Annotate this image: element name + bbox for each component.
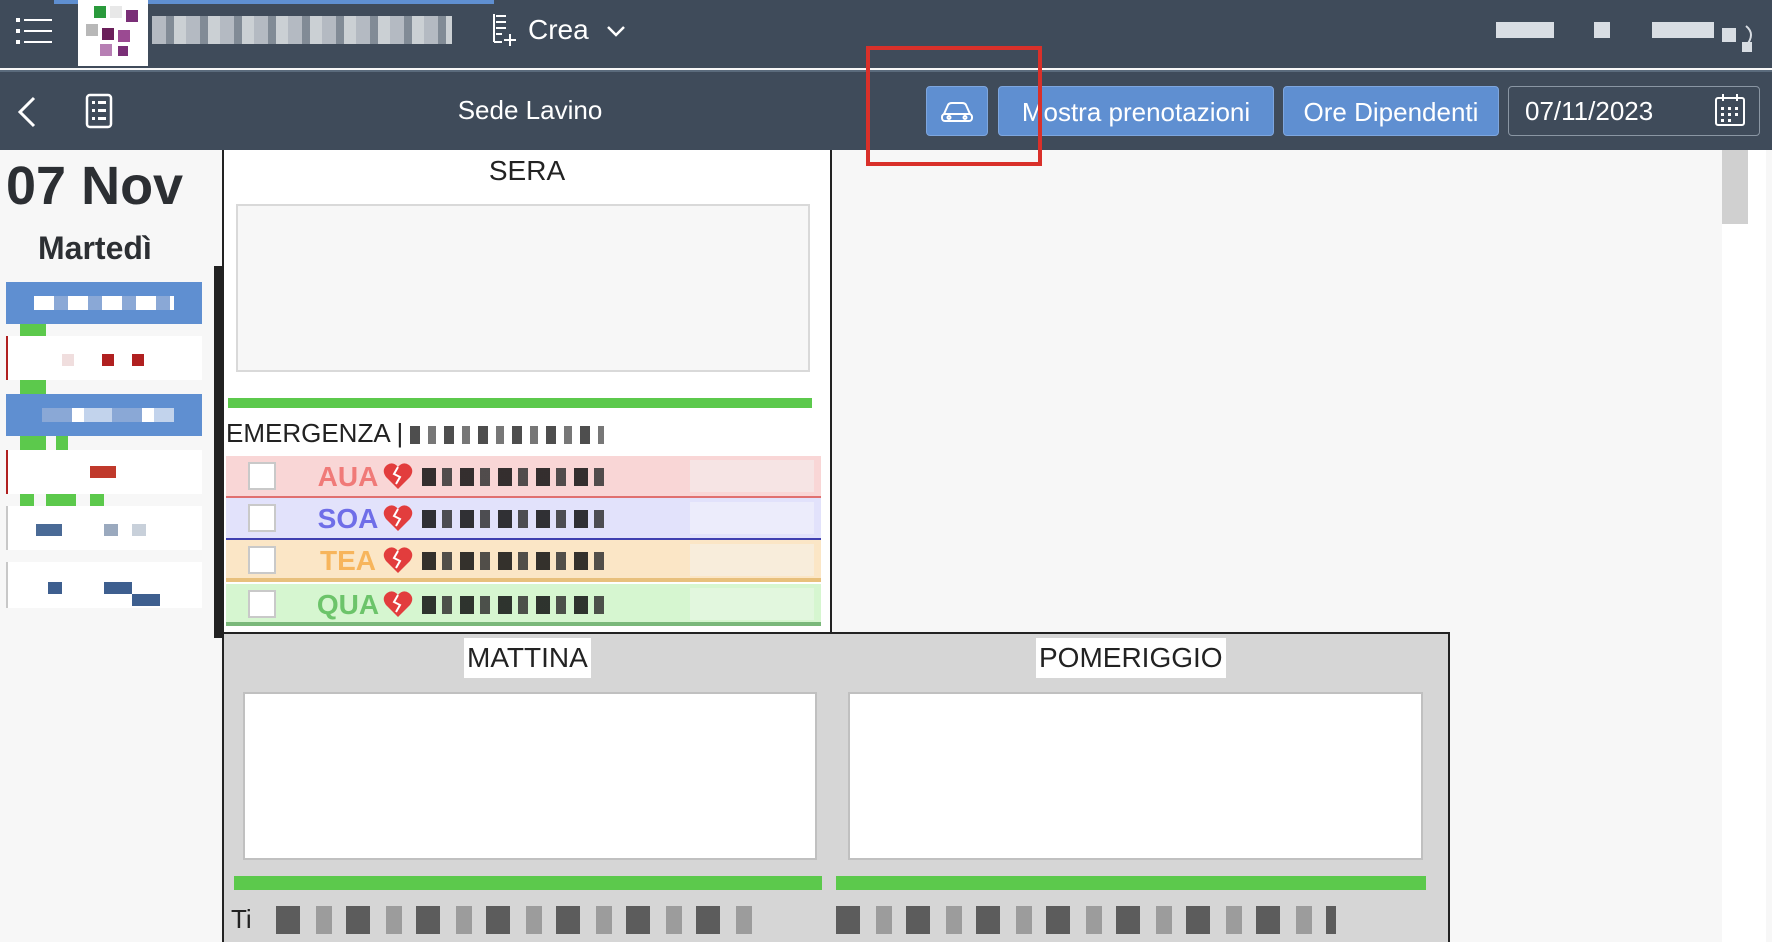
row-extra-cell xyxy=(690,460,814,492)
list-item[interactable] xyxy=(6,336,202,380)
person-name-blurred xyxy=(422,596,612,614)
back-icon[interactable] xyxy=(14,92,40,132)
emergency-row[interactable]: TEA xyxy=(226,540,821,582)
menu-icon[interactable] xyxy=(16,14,54,48)
day-date: 07 Nov xyxy=(6,156,184,216)
user-info-blurred xyxy=(1496,22,1554,38)
person-name-blurred xyxy=(422,510,612,528)
emergency-row[interactable]: AUA xyxy=(226,456,821,498)
broken-heart-icon xyxy=(383,505,413,531)
day-weekday: Martedì xyxy=(38,230,152,266)
annotation-highlight-box xyxy=(866,46,1042,166)
afternoon-notes-box[interactable] xyxy=(848,692,1423,860)
afternoon-title: POMERIGGIO xyxy=(1036,638,1226,678)
broken-heart-icon xyxy=(383,547,413,573)
broken-heart-icon xyxy=(383,463,413,489)
evening-progress-bar xyxy=(228,398,812,408)
create-icon[interactable] xyxy=(492,12,518,48)
row-checkbox[interactable] xyxy=(248,546,276,574)
emergency-info-blurred xyxy=(410,426,605,445)
person-name-blurred xyxy=(422,552,612,570)
status-chip xyxy=(20,436,46,450)
row-checkbox[interactable] xyxy=(248,590,276,618)
list-item[interactable] xyxy=(6,450,202,494)
bottom-row-prefix: Ti xyxy=(231,904,252,934)
scrollbar-thumb[interactable] xyxy=(1722,150,1748,224)
list-item[interactable] xyxy=(6,562,202,608)
evening-notes-box[interactable] xyxy=(236,204,810,372)
list-icon[interactable] xyxy=(84,92,114,130)
calendar-icon[interactable] xyxy=(1714,93,1746,127)
row-extra-cell xyxy=(690,544,814,576)
create-menu-label[interactable]: Crea xyxy=(528,12,589,48)
list-item[interactable] xyxy=(6,282,202,324)
evening-title: SERA xyxy=(488,155,566,186)
account-name-blurred xyxy=(152,16,452,44)
row-extra-cell xyxy=(690,502,814,534)
emergency-header: EMERGENZA | xyxy=(226,416,605,450)
employee-hours-button[interactable]: Ore Dipendenti xyxy=(1283,86,1499,136)
emergency-row[interactable]: SOA xyxy=(226,498,821,540)
company-logo[interactable] xyxy=(78,0,148,66)
person-name-blurred xyxy=(422,468,612,486)
status-chip xyxy=(20,324,46,336)
emergency-label: EMERGENZA | xyxy=(226,418,404,448)
morning-progress-bar xyxy=(234,876,822,890)
user-info-blurred xyxy=(1594,22,1610,38)
row-checkbox[interactable] xyxy=(248,462,276,490)
avatar[interactable] xyxy=(1722,24,1762,52)
page-title: Sede Lavino xyxy=(457,95,603,125)
morning-notes-box[interactable] xyxy=(243,692,817,860)
emergency-row[interactable]: QUA xyxy=(226,584,821,626)
list-item[interactable] xyxy=(6,506,202,550)
broken-heart-icon xyxy=(383,591,413,617)
list-item[interactable] xyxy=(6,394,202,436)
morning-title: MATTINA xyxy=(464,638,591,678)
scrollbar-track[interactable] xyxy=(1722,150,1766,942)
status-chip xyxy=(20,380,46,394)
staff-list-blurred xyxy=(276,906,756,934)
chevron-down-icon[interactable] xyxy=(604,16,628,46)
afternoon-progress-bar xyxy=(836,876,1426,890)
row-checkbox[interactable] xyxy=(248,504,276,532)
status-chip xyxy=(56,436,68,450)
row-extra-cell xyxy=(690,588,814,620)
staff-list-blurred xyxy=(836,906,1336,934)
user-info-blurred xyxy=(1652,22,1714,38)
